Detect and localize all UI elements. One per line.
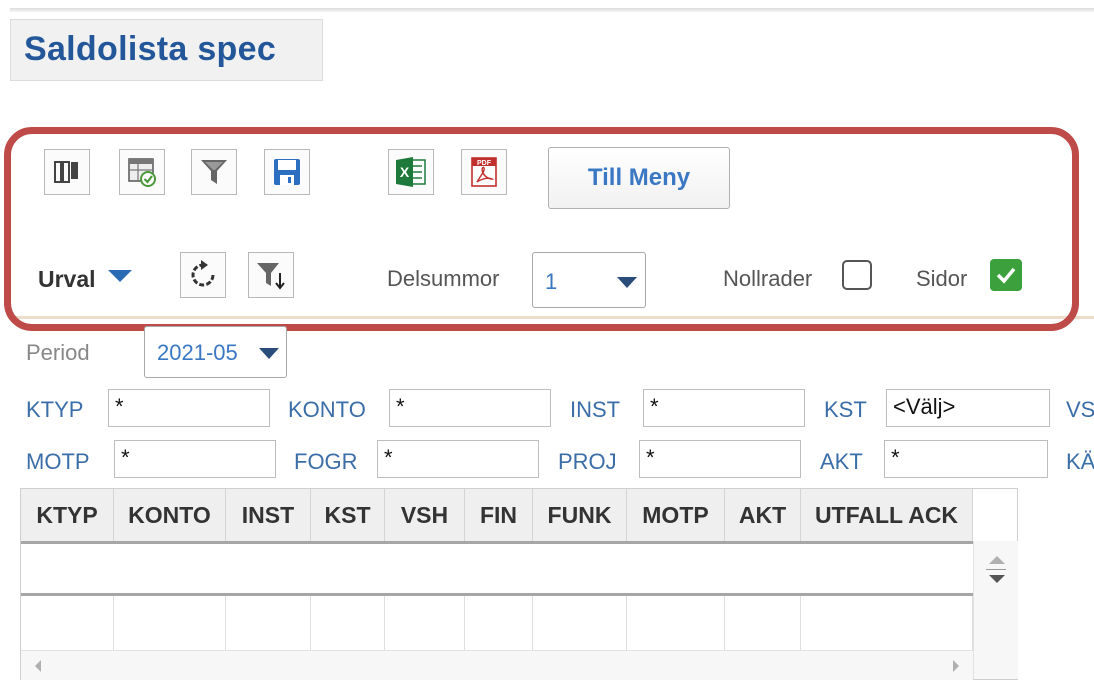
column-header-fin[interactable]: FIN bbox=[465, 489, 533, 541]
grid-header: KTYP KONTO INST KST VSH FIN FUNK MOTP AK… bbox=[21, 489, 973, 544]
inst-input[interactable]: * bbox=[643, 389, 805, 427]
horizontal-scrollbar[interactable] bbox=[21, 650, 973, 680]
table-check-icon bbox=[128, 158, 156, 187]
period-select[interactable]: 2021-05 bbox=[144, 326, 287, 378]
pdf-export-button[interactable]: PDF bbox=[461, 149, 507, 195]
grid-cell bbox=[533, 596, 627, 650]
reset-button[interactable] bbox=[180, 252, 226, 298]
reset-icon bbox=[191, 260, 215, 287]
delsummor-label: Delsummor bbox=[387, 266, 500, 291]
excel-export-button[interactable]: X bbox=[388, 149, 434, 195]
column-header-motp[interactable]: MOTP bbox=[627, 489, 725, 541]
chevron-down-icon bbox=[617, 277, 637, 288]
table-check-button[interactable] bbox=[119, 149, 165, 195]
proj-input[interactable]: * bbox=[639, 440, 801, 478]
fogr-input[interactable]: * bbox=[377, 440, 539, 478]
konto-input[interactable]: * bbox=[389, 389, 551, 427]
data-grid: KTYP KONTO INST KST VSH FIN FUNK MOTP AK… bbox=[20, 488, 1018, 680]
inst-label: INST bbox=[570, 397, 621, 422]
grid-cell bbox=[21, 596, 114, 650]
delsummor-value: 1 bbox=[545, 269, 558, 294]
pdf-icon: PDF bbox=[471, 157, 497, 187]
page-title: Saldolista spec bbox=[24, 30, 277, 68]
filter-sort-icon bbox=[257, 263, 285, 290]
nollrader-label: Nollrader bbox=[723, 266, 813, 291]
sidor-label: Sidor bbox=[916, 266, 968, 291]
grid-cell bbox=[465, 596, 533, 650]
scroll-left-icon[interactable] bbox=[33, 659, 43, 673]
checkmark-icon bbox=[996, 267, 1016, 284]
scroll-right-icon[interactable] bbox=[951, 659, 961, 673]
proj-label: PROJ bbox=[558, 449, 617, 474]
column-header-konto[interactable]: KONTO bbox=[114, 489, 226, 541]
filter-button[interactable] bbox=[191, 149, 237, 195]
fogr-label: FOGR bbox=[294, 449, 358, 474]
columns-button[interactable] bbox=[44, 149, 90, 195]
column-header-vsh[interactable]: VSH bbox=[385, 489, 465, 541]
urval-label[interactable]: Urval bbox=[38, 266, 96, 293]
columns-icon bbox=[54, 161, 78, 183]
delsummor-select[interactable]: 1 bbox=[532, 252, 646, 308]
till-meny-button[interactable]: Till Meny bbox=[548, 147, 730, 209]
scroll-up-icon[interactable] bbox=[988, 555, 1006, 565]
kst-input[interactable]: <Välj> bbox=[886, 389, 1050, 427]
top-divider bbox=[10, 8, 1094, 12]
column-header-akt[interactable]: AKT bbox=[725, 489, 801, 541]
urval-dropdown-icon[interactable] bbox=[108, 270, 132, 282]
save-button[interactable] bbox=[264, 149, 310, 195]
grid-cell bbox=[627, 596, 725, 650]
filter-sort-button[interactable] bbox=[248, 252, 294, 298]
grid-cell bbox=[801, 596, 973, 650]
grid-cell bbox=[725, 596, 801, 650]
column-header-kst[interactable]: KST bbox=[311, 489, 385, 541]
column-header-inst[interactable]: INST bbox=[226, 489, 311, 541]
save-icon bbox=[274, 159, 300, 185]
scroll-down-icon[interactable] bbox=[988, 574, 1006, 584]
vertical-scrollbar[interactable] bbox=[973, 541, 1018, 679]
grid-cell bbox=[114, 596, 226, 650]
grid-cell bbox=[226, 596, 311, 650]
konto-label: KONTO bbox=[288, 397, 366, 422]
scroll-divider bbox=[986, 569, 1006, 570]
ktyp-label: KTYP bbox=[26, 397, 84, 422]
ka-label: KÄ bbox=[1066, 449, 1094, 474]
period-label: Period bbox=[26, 340, 90, 365]
excel-icon: X bbox=[396, 157, 426, 187]
ktyp-input[interactable]: * bbox=[108, 389, 270, 427]
grid-cell bbox=[311, 596, 385, 650]
column-header-utfall-ack[interactable]: UTFALL ACK bbox=[801, 489, 973, 541]
motp-input[interactable]: * bbox=[114, 440, 276, 478]
nollrader-checkbox[interactable] bbox=[842, 260, 872, 290]
vs-label: VS bbox=[1066, 397, 1094, 422]
grid-cell bbox=[385, 596, 465, 650]
motp-label: MOTP bbox=[26, 449, 90, 474]
section-divider bbox=[12, 316, 1094, 319]
column-header-ktyp[interactable]: KTYP bbox=[21, 489, 114, 541]
column-header-funk[interactable]: FUNK bbox=[533, 489, 627, 541]
sidor-checkbox[interactable] bbox=[990, 259, 1022, 291]
excel-icon-text: X bbox=[400, 164, 410, 180]
period-value: 2021-05 bbox=[157, 340, 238, 365]
kst-label: KST bbox=[824, 397, 867, 422]
chevron-down-icon bbox=[259, 348, 279, 359]
akt-label: AKT bbox=[820, 449, 863, 474]
pdf-icon-text: PDF bbox=[477, 160, 492, 167]
filter-icon bbox=[201, 160, 227, 184]
akt-input[interactable]: * bbox=[884, 440, 1048, 478]
